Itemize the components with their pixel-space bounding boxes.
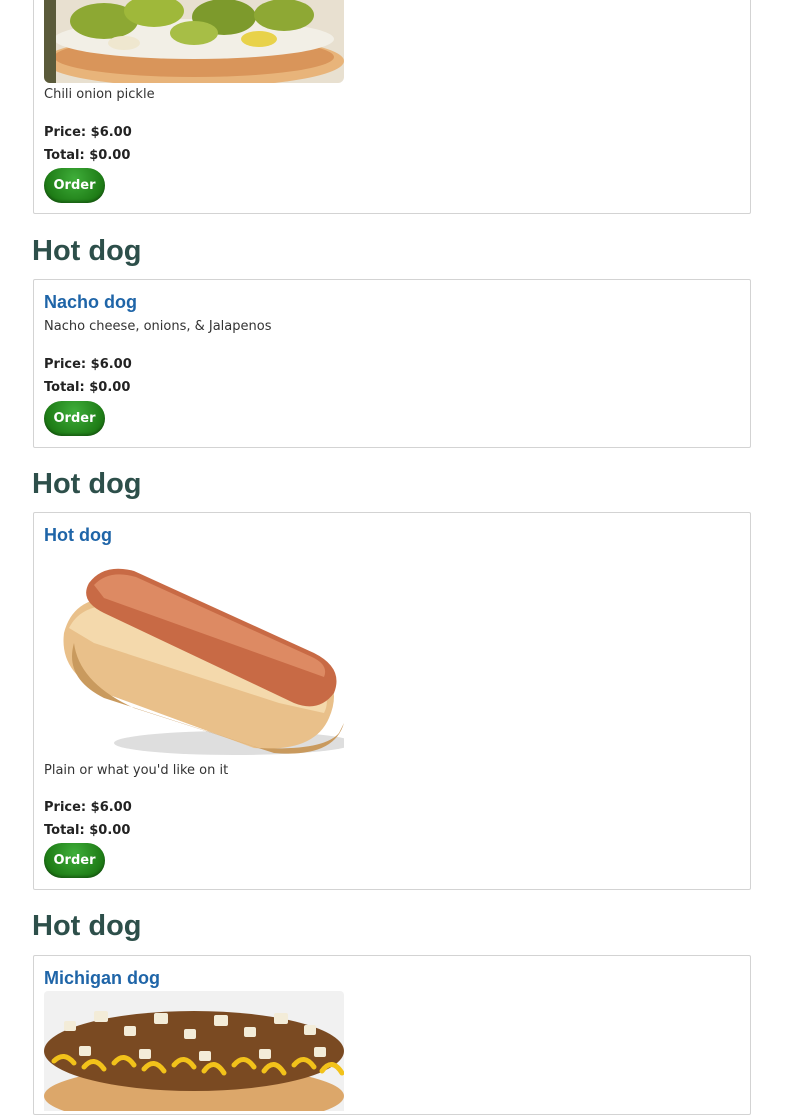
section-heading: Hot dog — [32, 468, 142, 500]
plain-hot-dog-image — [44, 553, 344, 758]
menu-item-card: Michigan dog — [33, 955, 751, 1115]
section-heading: Hot dog — [32, 910, 142, 942]
menu-item-card: Chili onion pickle Price: $6.00 Total: $… — [33, 0, 751, 214]
item-description: Plain or what you'd like on it — [44, 763, 229, 778]
item-title[interactable]: Nacho dog — [44, 291, 137, 313]
item-total: Total: $0.00 — [44, 148, 131, 163]
item-description: Nacho cheese, onions, & Jalapenos — [44, 319, 272, 334]
menu-item-card: Nacho dog Nacho cheese, onions, & Jalape… — [33, 279, 751, 448]
hot-dog-pickles-image — [44, 0, 344, 83]
item-price: Price: $6.00 — [44, 125, 132, 140]
menu-item-card: Hot dog Plain or what you'd like on it P… — [33, 512, 751, 890]
section-heading: Hot dog — [32, 235, 142, 267]
order-button[interactable]: Order — [44, 401, 105, 436]
item-title[interactable]: Michigan dog — [44, 967, 160, 989]
order-button[interactable]: Order — [44, 168, 105, 203]
order-button[interactable]: Order — [44, 843, 105, 878]
michigan-dog-image — [44, 991, 344, 1111]
item-title[interactable]: Hot dog — [44, 524, 112, 546]
item-price: Price: $6.00 — [44, 800, 132, 815]
item-description: Chili onion pickle — [44, 87, 155, 102]
item-total: Total: $0.00 — [44, 380, 131, 395]
item-price: Price: $6.00 — [44, 357, 132, 372]
item-total: Total: $0.00 — [44, 823, 131, 838]
